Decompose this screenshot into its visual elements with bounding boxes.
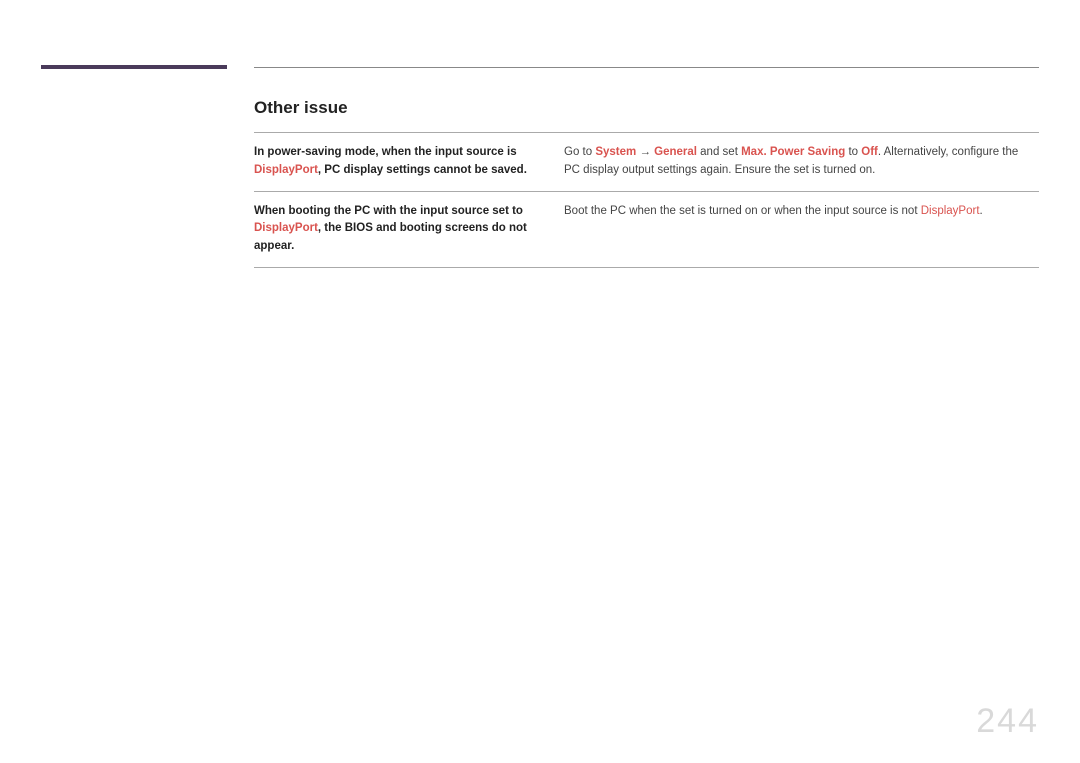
table-row: In power-saving mode, when the input sou… <box>254 133 1039 192</box>
section-title: Other issue <box>254 98 1039 118</box>
text: In power-saving mode, when the input sou… <box>254 146 517 158</box>
issue-cell: When booting the PC with the input sourc… <box>254 191 564 267</box>
text: to <box>845 146 861 158</box>
text: , PC display settings cannot be saved. <box>318 164 527 176</box>
highlight: System <box>595 146 636 158</box>
issue-cell: In power-saving mode, when the input sou… <box>254 133 564 192</box>
accent-bar <box>41 65 227 69</box>
issue-table: In power-saving mode, when the input sou… <box>254 132 1039 268</box>
table-row: When booting the PC with the input sourc… <box>254 191 1039 267</box>
highlight: Off <box>861 146 878 158</box>
solution-cell: Boot the PC when the set is turned on or… <box>564 191 1039 267</box>
text: → <box>636 146 654 158</box>
text: When booting the PC with the input sourc… <box>254 205 523 217</box>
content-area: Other issue In power-saving mode, when t… <box>254 98 1039 268</box>
highlight: General <box>654 146 697 158</box>
top-rule <box>254 67 1039 68</box>
text: and set <box>697 146 741 158</box>
highlight: DisplayPort <box>254 164 318 176</box>
highlight: DisplayPort <box>254 222 318 234</box>
highlight: Max. Power Saving <box>741 146 845 158</box>
text: Go to <box>564 146 595 158</box>
solution-cell: Go to System → General and set Max. Powe… <box>564 133 1039 192</box>
text: Boot the PC when the set is turned on or… <box>564 205 921 217</box>
highlight: DisplayPort <box>921 205 980 217</box>
text: . <box>980 205 983 217</box>
page-number: 244 <box>976 702 1039 741</box>
